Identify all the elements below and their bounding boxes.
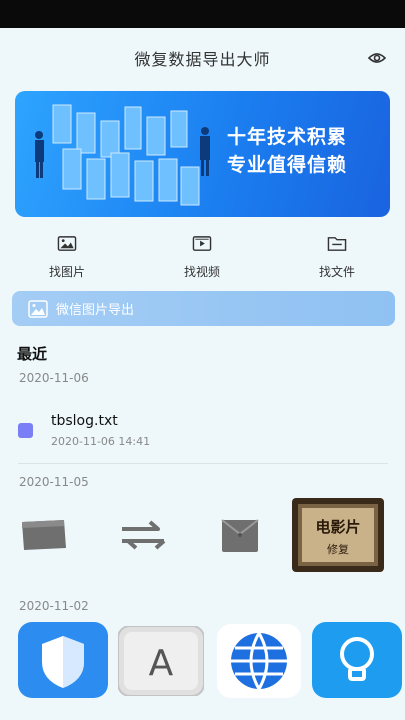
bag-icon[interactable] — [220, 516, 260, 554]
browser-globe-icon[interactable] — [217, 624, 301, 698]
status-bar — [0, 0, 405, 28]
text-file-icon — [18, 423, 33, 438]
image-icon — [57, 236, 77, 251]
find-videos-button[interactable]: 找视频 — [157, 228, 247, 280]
app-header: 微复数据导出大师 — [0, 28, 405, 88]
idea-bulb-app-icon[interactable] — [312, 622, 402, 698]
recent-title: 最近 — [17, 345, 48, 363]
file-time: 2020-11-06 14:41 — [51, 435, 151, 448]
file-name: tbslog.txt — [51, 413, 118, 429]
quick-actions: 找图片 找视频 找文件 — [0, 228, 405, 280]
date-group-label: 2020-11-02 — [19, 599, 89, 613]
date-group-label: 2020-11-06 — [19, 371, 89, 385]
server-illustration — [35, 104, 210, 206]
find-images-button[interactable]: 找图片 — [22, 228, 112, 280]
poster-line-2: 修复 — [327, 542, 349, 556]
divider — [18, 463, 388, 464]
poster-line-1: 电影片 — [315, 518, 360, 536]
wechat-image-export-button[interactable]: 微信图片导出 — [12, 291, 395, 326]
svg-text:A: A — [149, 643, 174, 684]
folder-icon — [327, 237, 347, 251]
date-group-label: 2020-11-05 — [19, 475, 89, 489]
movie-poster-thumbnail[interactable]: 电影片 修复 — [292, 498, 384, 572]
find-videos-label: 找视频 — [183, 265, 220, 279]
swap-arrows-icon[interactable] — [118, 518, 168, 552]
app-title: 微复数据导出大师 — [134, 50, 271, 69]
banner-line-1: 十年技术积累 — [227, 126, 348, 148]
shield-app-icon[interactable] — [18, 622, 108, 698]
banner-line-2: 专业值得信赖 — [227, 154, 348, 176]
wallet-icon[interactable] — [20, 518, 68, 552]
find-files-button[interactable]: 找文件 — [292, 228, 382, 280]
find-files-label: 找文件 — [318, 265, 355, 279]
promo-banner[interactable]: 十年技术积累 专业值得信赖 — [15, 91, 390, 217]
eye-icon[interactable] — [367, 50, 387, 66]
banner-slogan: 十年技术积累 专业值得信赖 — [227, 123, 347, 179]
wechat-export-label: 微信图片导出 — [56, 303, 135, 318]
font-app-icon[interactable]: A — [118, 626, 204, 696]
find-images-label: 找图片 — [48, 265, 85, 279]
video-icon — [192, 236, 212, 251]
file-list-item[interactable]: tbslog.txt 2020-11-06 14:41 — [18, 410, 388, 455]
image-icon — [28, 299, 48, 318]
